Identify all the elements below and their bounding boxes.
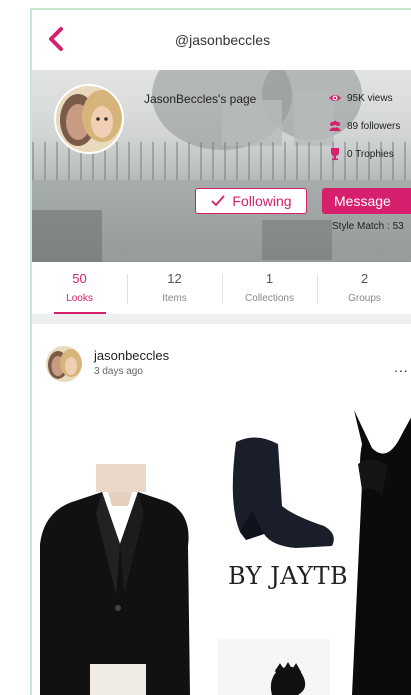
collage-brand-text: BY JAYTB [228,562,349,590]
profile-cover: JasonBeccles's page 95K views 89 followe… [32,70,411,262]
tab-collections[interactable]: 1 Collections [222,262,317,314]
checkmark-icon [211,195,226,207]
jacket-model-neck [96,464,146,492]
following-button[interactable]: Following [195,188,307,214]
followers-stat[interactable]: 89 followers [328,112,411,140]
profile-avatar[interactable] [54,84,124,154]
cover-building [222,100,282,146]
page-name: JasonBeccles's page [144,92,257,106]
views-count: 95K views [347,92,393,104]
trophies-stat: 0 Trophies [328,140,411,168]
avatar-image [56,86,122,152]
followers-count: 89 followers [347,120,401,132]
trophies-count: 0 Trophies [347,148,394,160]
collage-artwork [40,410,411,695]
cover-bench [262,220,332,260]
top-bar: @jasonbeccles [32,10,411,70]
following-label: Following [232,193,292,209]
tab-looks[interactable]: 50 Looks [32,262,127,314]
profile-tabs: 50 Looks 12 Items 1 Collections 2 Groups [32,262,411,314]
eye-icon [329,95,341,101]
post-avatar[interactable] [46,346,82,382]
profile-handle: @jasonbeccles [174,32,271,48]
more-dots-icon[interactable]: ... [394,359,409,375]
cover-bench [32,210,102,262]
followers-icon [329,120,341,131]
views-stat: 95K views [328,84,411,112]
trophy-icon [331,148,339,161]
post-header: jasonbeccles 3 days ago ... [32,324,411,394]
tab-label: Looks [66,293,93,304]
message-label: Message [334,193,391,209]
app-frame: @jasonbeccles JasonBeccles's page 95K vi… [30,8,411,695]
message-button[interactable]: Message [322,188,411,214]
tab-items[interactable]: 12 Items [127,262,222,314]
tab-count: 2 [360,271,369,286]
profile-stats: 95K views 89 followers 0 Trophies [328,84,411,168]
tab-label: Groups [348,293,381,304]
avatar-image [46,346,82,382]
style-match: Style Match : 53 [332,221,404,232]
tab-count: 50 [72,271,87,286]
post-timestamp: 3 days ago [94,366,143,377]
section-separator [32,314,411,324]
post-username[interactable]: jasonbeccles [94,348,169,363]
tab-label: Items [162,293,187,304]
tab-count: 12 [167,271,182,286]
tab-label: Collections [245,293,294,304]
look-collage-image[interactable]: BY JAYTB [32,394,411,695]
tab-groups[interactable]: 2 Groups [317,262,411,314]
tab-count: 1 [265,271,274,286]
